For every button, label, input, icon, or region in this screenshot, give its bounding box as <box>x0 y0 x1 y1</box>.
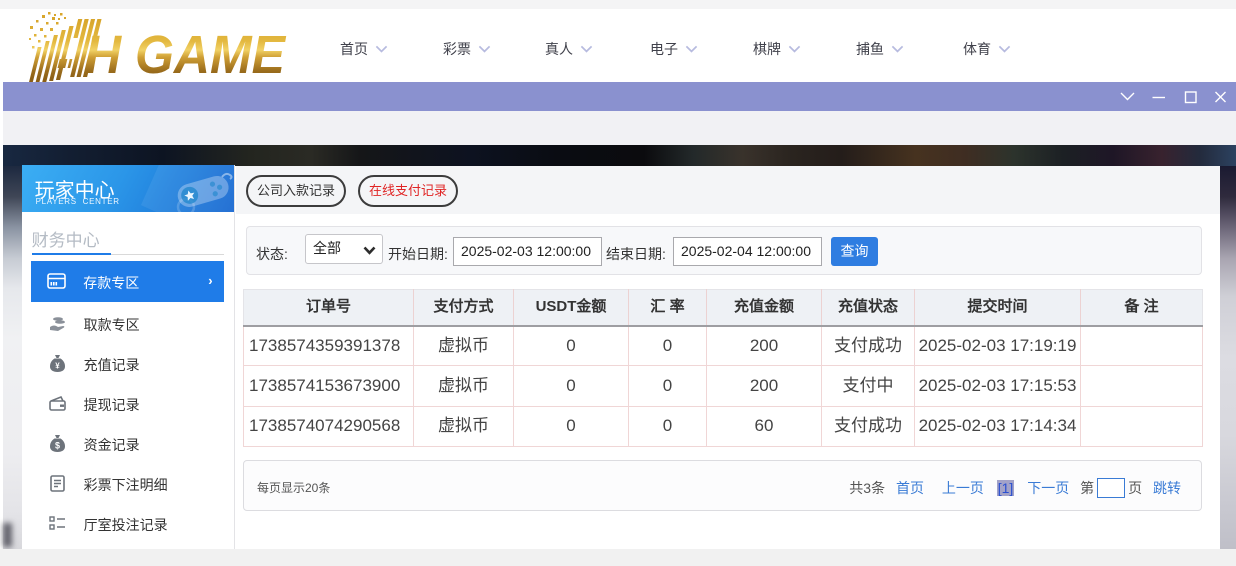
svg-text:H GAME: H GAME <box>85 25 287 82</box>
svg-text:$: $ <box>55 441 60 451</box>
svg-text:¥: ¥ <box>55 362 60 371</box>
